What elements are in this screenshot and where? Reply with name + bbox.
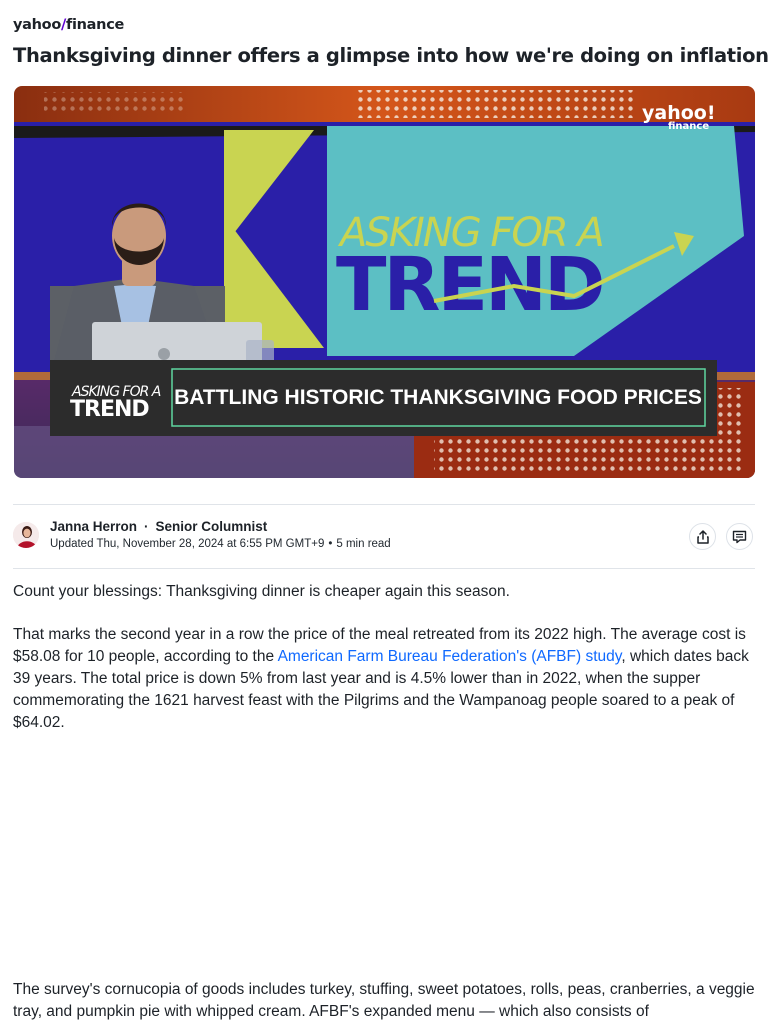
author-avatar[interactable] [13, 522, 39, 548]
lower-third-logo-main: TREND [70, 397, 149, 422]
show-title-main: TREND [336, 242, 602, 328]
share-button[interactable] [689, 523, 716, 550]
byline: Janna Herron · Senior Columnist Updated Th… [13, 517, 755, 557]
paragraph-2: That marks the second year in a row the … [13, 624, 758, 734]
author-name[interactable]: Janna Herron [50, 519, 137, 534]
updated-timestamp: Updated Thu, November 28, 2024 at 6:55 P… [50, 538, 325, 550]
author-line: Janna Herron · Senior Columnist [50, 519, 267, 534]
share-icon [696, 529, 709, 544]
paragraph-3: The survey's cornucopia of goods include… [13, 981, 755, 1020]
watermark-sub: finance [668, 121, 709, 132]
paragraph-1: Count your blessings: Thanksgiving dinne… [13, 583, 510, 600]
logo-section: finance [65, 17, 125, 33]
author-title: Senior Columnist [155, 519, 268, 534]
read-time: 5 min read [336, 538, 391, 550]
article-headline: Thanksgiving dinner offers a glimpse int… [13, 44, 768, 67]
video-player[interactable]: ASKING FOR A TREND yahoo! finance ASKING [14, 86, 755, 478]
comments-button[interactable] [726, 523, 753, 550]
meta-separator: • [328, 538, 333, 550]
byline-divider-top [13, 504, 755, 505]
yahoo-finance-logo[interactable]: yahoo/finance [13, 17, 124, 33]
afbf-study-link[interactable]: American Farm Bureau Federation's (AFBF)… [278, 648, 622, 665]
author-separator: · [144, 519, 149, 534]
lower-third-text: BATTLING HISTORIC THANKSGIVING FOOD PRIC… [174, 386, 702, 409]
author-avatar-image [13, 522, 39, 548]
video-frame: ASKING FOR A TREND yahoo! finance ASKING [14, 86, 755, 478]
logo-brand: yahoo [13, 17, 61, 33]
byline-divider-bottom [13, 568, 755, 569]
comment-icon [732, 530, 747, 543]
article-meta: Updated Thu, November 28, 2024 at 6:55 P… [50, 538, 391, 550]
